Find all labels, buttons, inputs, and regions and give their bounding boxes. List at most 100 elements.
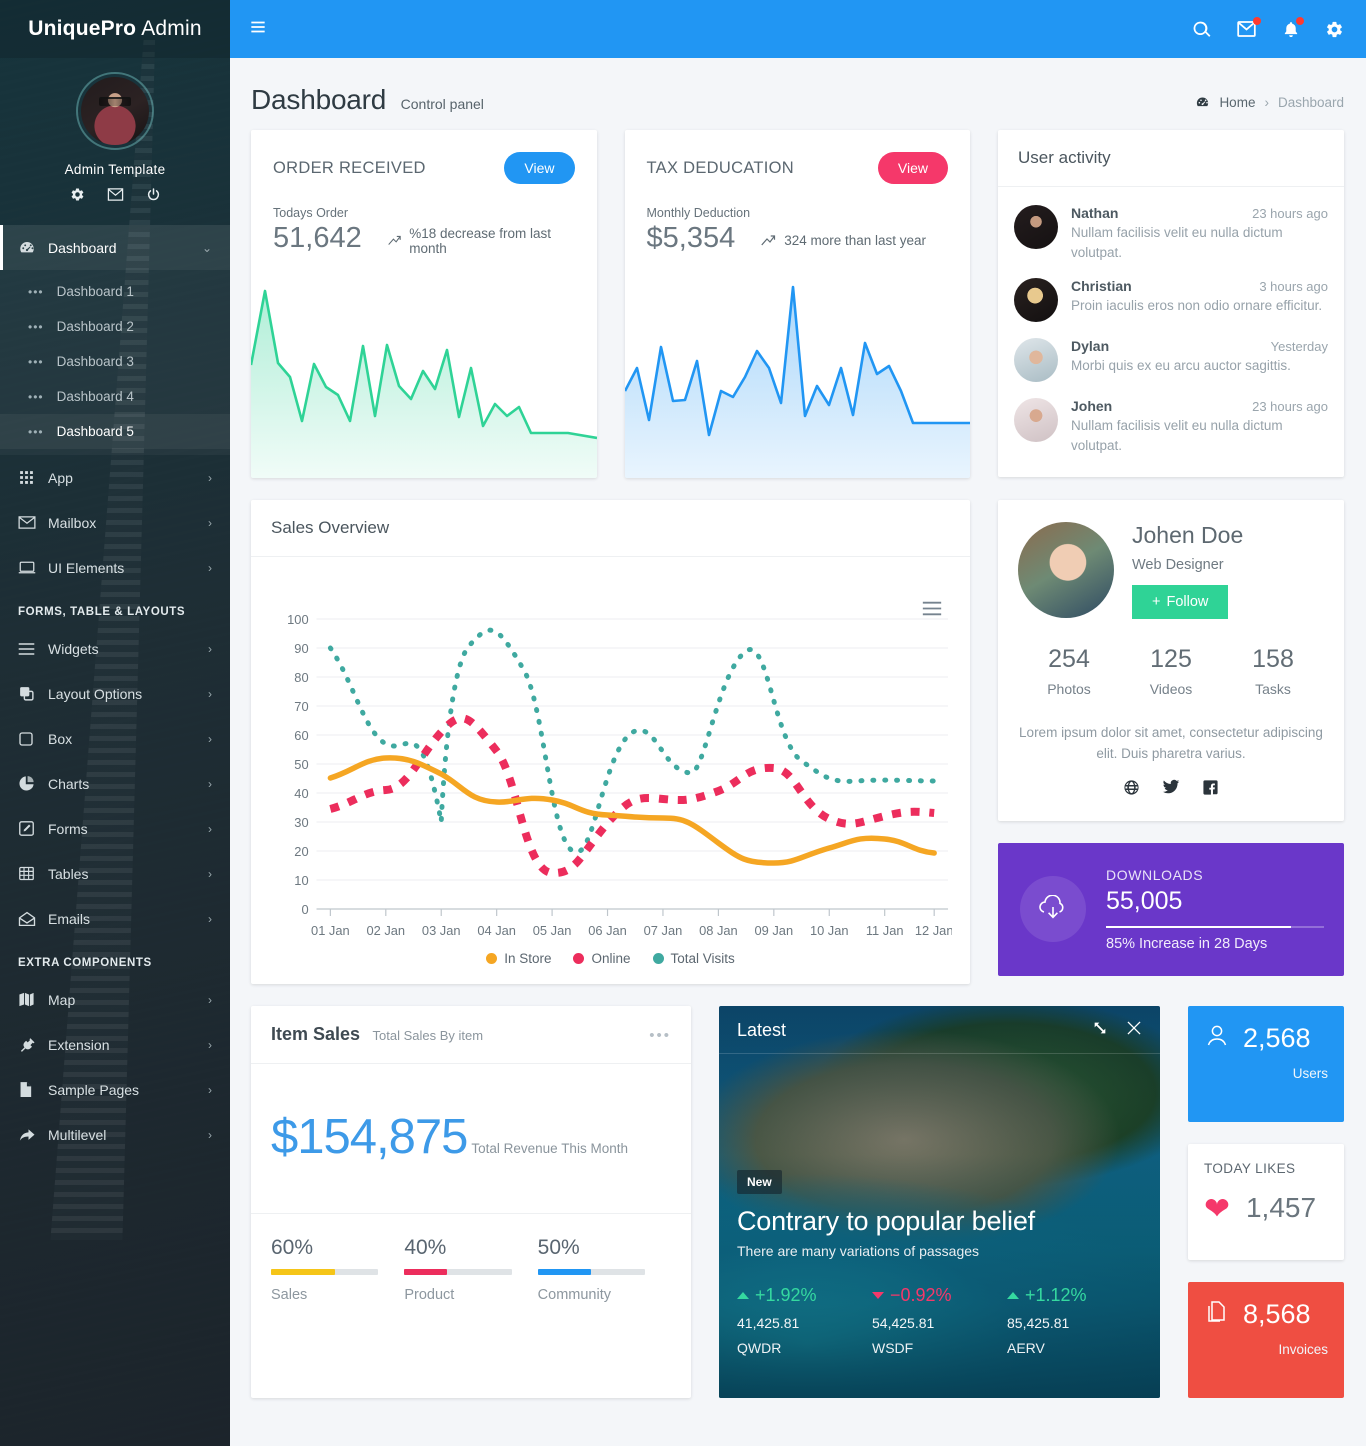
activity-text: Nullam facilisis velit eu nulla dictum v… [1071,418,1283,453]
sidebar-subitem-dashboard-3[interactable]: ••• Dashboard 3 [0,344,230,379]
dashboard-grid: ORDER RECEIVED View Todays Order 51,642 … [230,130,1366,1420]
sidebar-item-multilevel[interactable]: Multilevel › [0,1112,230,1157]
globe-icon[interactable] [1123,779,1140,801]
latest-heading: Contrary to popular belief [737,1206,1035,1236]
sidebar-item-label: Charts [48,775,90,792]
sidebar-item-forms[interactable]: Forms › [0,806,230,851]
mail-icon[interactable] [1236,17,1261,38]
sidebar-toggle-button[interactable] [250,19,266,40]
ellipsis-icon[interactable]: ••• [649,1027,671,1044]
chevron-right-icon: › [208,731,212,746]
expand-icon[interactable] [1092,1020,1108,1041]
arrow-up-icon [1007,1292,1019,1299]
sidebar-subitem-dashboard-4[interactable]: ••• Dashboard 4 [0,379,230,414]
legend-item-total-visits[interactable]: Total Visits [652,951,735,966]
plug-icon [18,1036,48,1053]
view-button[interactable]: View [504,152,575,184]
avatar-image [81,77,149,145]
sidebar-subitem-dashboard-5[interactable]: ••• Dashboard 5 [0,414,230,449]
envelope-icon [18,515,48,530]
profile-stat-photos: 254 Photos [1018,645,1120,697]
svg-text:04 Jan: 04 Jan [477,923,516,938]
list-item[interactable]: Christian 3 hours ago Proin iaculis eros… [1014,270,1328,330]
files-icon [1204,1299,1230,1330]
sidebar-item-sample-pages[interactable]: Sample Pages › [0,1067,230,1112]
sidebar-item-box[interactable]: Box › [0,716,230,761]
view-button[interactable]: View [877,152,948,184]
search-icon[interactable] [1192,20,1211,39]
avatar [1014,205,1058,249]
breadcrumb-separator: › [1264,95,1269,110]
card-trend: %18 decrease from last month [387,226,575,256]
sidebar-subitem-dashboard-2[interactable]: ••• Dashboard 2 [0,309,230,344]
invoices-tile[interactable]: 8,568 Invoices [1188,1282,1344,1398]
svg-text:07 Jan: 07 Jan [644,923,683,938]
progress-bar [537,1269,645,1275]
svg-text:30: 30 [294,815,308,830]
clone-icon [18,685,48,702]
downloads-label: DOWNLOADS [1106,866,1204,883]
pie-chart-icon [18,775,48,792]
sidebar-item-charts[interactable]: Charts › [0,761,230,806]
activity-text: Morbi quis ex eu arcu auctor sagittis. [1071,358,1291,374]
twitter-icon[interactable] [1162,779,1180,801]
legend-label: In Store [504,951,552,966]
bullet-icon: ••• [28,389,44,404]
sidebar-group-header-extra: EXTRA COMPONENTS [18,957,152,969]
avatar [1014,278,1058,323]
sidebar-item-map[interactable]: Map › [0,977,230,1022]
list-item[interactable]: Dylan Yesterday Morbi quis ex eu arcu au… [1014,330,1328,390]
sidebar-item-label: Widgets [48,640,99,657]
sidebar-subitem-dashboard-1[interactable]: ••• Dashboard 1 [0,274,230,309]
gear-icon[interactable] [1325,20,1344,39]
sidebar-nav: Dashboard ⌄ ••• Dashboard 1 ••• Dashboard … [0,225,230,1197]
sidebar-item-label: Emails [48,910,91,927]
card-title: Sales Overview [271,518,390,537]
order-sparkline-chart [251,289,597,478]
users-tile[interactable]: 2,568 Users [1188,1006,1344,1122]
gear-icon[interactable] [70,187,85,207]
profile-card: Johen Doe Web Designer + Follow 254 Phot… [998,500,1344,821]
breadcrumb-home[interactable]: Home [1219,95,1255,110]
svg-text:80: 80 [294,670,308,685]
chevron-right-icon: › [208,560,212,575]
sidebar-item-ui-elements[interactable]: UI Elements › [0,545,230,590]
latest-stat-wsdf: −0.92% 54,425.81 WSDF [872,1285,1007,1356]
brand-logo[interactable]: UniquePro Admin [0,0,230,58]
close-icon[interactable] [1126,1020,1142,1041]
mail-icon[interactable] [107,187,124,207]
avatar [1018,522,1114,618]
avatar[interactable] [76,72,154,150]
legend-item-online[interactable]: Online [573,951,631,966]
sidebar-item-label: App [48,469,73,486]
sidebar-item-mailbox[interactable]: Mailbox › [0,500,230,545]
bell-icon[interactable] [1282,16,1304,39]
follow-button[interactable]: + Follow [1132,585,1229,619]
downloads-sub: 85% Increase in 28 Days [1106,935,1268,952]
card-value: 51,642 [273,222,362,254]
breadcrumb: Home › Dashboard [1195,95,1344,116]
sidebar-item-layout-options[interactable]: Layout Options › [0,671,230,716]
stat-percent: +1.12% [1025,1285,1087,1305]
activity-time: 3 hours ago [1259,279,1328,295]
sidebar-item-dashboard[interactable]: Dashboard ⌄ [0,225,230,270]
svg-text:90: 90 [294,641,308,656]
sidebar-item-app[interactable]: App › [0,455,230,500]
user-activity-card: User activity Nathan 23 hours ago Nullam… [998,130,1344,478]
legend-item-in-store[interactable]: In Store [486,951,551,966]
sidebar-item-tables[interactable]: Tables › [0,851,230,896]
sidebar-item-emails[interactable]: Emails › [0,896,230,941]
activity-text: Proin iaculis eros non odio ornare effic… [1071,298,1323,314]
svg-text:03 Jan: 03 Jan [422,923,461,938]
power-icon[interactable] [146,187,161,207]
today-likes-tile[interactable]: TODAY LIKES ❤ 1,457 [1188,1144,1344,1260]
list-item[interactable]: Nathan 23 hours ago Nullam facilisis vel… [1014,197,1328,270]
user-icon [1204,1023,1230,1054]
sidebar-item-extension[interactable]: Extension › [0,1022,230,1067]
sidebar-item-widgets[interactable]: Widgets › [0,626,230,671]
sidebar-subitem-label: Dashboard 2 [56,319,134,334]
bullet-icon: ••• [28,284,44,299]
facebook-icon[interactable] [1202,779,1219,801]
item-sales-card: Item Sales Total Sales By item ••• $154,… [251,1006,691,1398]
list-item[interactable]: Johen 23 hours ago Nullam facilisis veli… [1014,390,1328,463]
